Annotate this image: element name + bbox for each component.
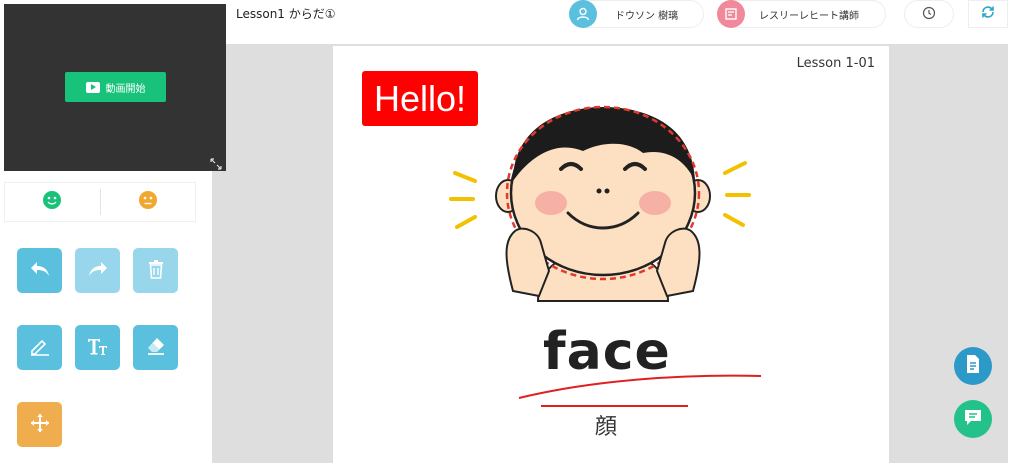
redo-button[interactable] (75, 248, 120, 293)
pen-icon (29, 336, 51, 360)
chat-icon (963, 408, 983, 430)
text-tool-button[interactable] (75, 325, 120, 370)
translation-word: 顔 (595, 415, 618, 440)
happy-face-icon (42, 190, 62, 214)
student-badge[interactable]: ドウソン 樹璃 (569, 0, 704, 28)
trash-icon (148, 259, 164, 283)
video-panel: 動画開始 (4, 4, 226, 171)
lesson-title: Lesson1 からだ① (236, 7, 336, 21)
lesson-screen: Lesson1 からだ① ドウソン 樹璃 レスリーレヒート講師 動画開始 Les… (0, 0, 1024, 463)
move-tool-button[interactable] (17, 402, 62, 447)
undo-button[interactable] (17, 248, 62, 293)
teacher-name: レスリーレヒート講師 (759, 10, 859, 22)
user-icon (569, 0, 597, 28)
redo-icon (87, 260, 109, 282)
refresh-icon (980, 4, 996, 24)
start-video-label: 動画開始 (105, 83, 146, 95)
text-icon (86, 336, 110, 360)
document-icon (965, 354, 981, 378)
pen-tool-button[interactable] (17, 325, 62, 370)
delete-button[interactable] (133, 248, 178, 293)
mood-selector (4, 182, 196, 222)
boy-face-illustration (449, 105, 751, 302)
clock-icon (922, 6, 936, 23)
teacher-icon (717, 0, 745, 28)
timer-button[interactable] (904, 0, 954, 28)
start-video-button[interactable]: 動画開始 (65, 72, 166, 102)
student-name: ドウソン 樹璃 (615, 10, 679, 22)
drawing-tools (4, 230, 196, 460)
teacher-badge[interactable]: レスリーレヒート講師 (717, 0, 886, 28)
vocabulary-word: face (543, 322, 671, 382)
move-icon (30, 413, 50, 437)
expand-icon[interactable] (210, 155, 222, 170)
undo-icon (29, 260, 51, 282)
chat-button[interactable] (954, 400, 992, 438)
lesson-slide[interactable]: Lesson 1-01 Hello! face 顔 (333, 46, 889, 463)
refresh-button[interactable] (968, 0, 1008, 28)
document-button[interactable] (954, 347, 992, 385)
video-play-icon (85, 81, 100, 93)
eraser-icon (145, 336, 167, 360)
eraser-tool-button[interactable] (133, 325, 178, 370)
unhappy-mood-button[interactable] (101, 183, 196, 221)
unhappy-face-icon (138, 190, 158, 214)
happy-mood-button[interactable] (5, 183, 100, 221)
lesson-number: Lesson 1-01 (796, 56, 875, 71)
